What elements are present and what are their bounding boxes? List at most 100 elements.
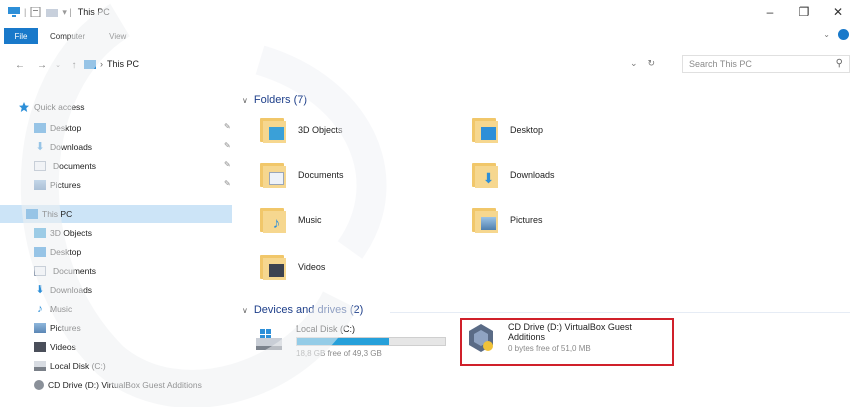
customize-toolbar-icon[interactable]: ▾ | bbox=[62, 7, 71, 18]
nav-label: This PC bbox=[42, 209, 73, 219]
folder-icon: ⬇ bbox=[472, 161, 498, 189]
drive-tile-local-disk[interactable]: Local Disk (C:) 18,8 GB free of 49,3 GB bbox=[254, 324, 446, 358]
folder-label: Music bbox=[298, 215, 322, 225]
folder-label: Desktop bbox=[510, 125, 544, 135]
folders-heading: Folders (7) bbox=[253, 94, 308, 106]
refresh-icon[interactable]: ↻ bbox=[648, 58, 656, 69]
nav-label: Documents bbox=[53, 161, 96, 171]
folder-icon bbox=[472, 206, 498, 234]
breadcrumb-chevron-icon[interactable]: › bbox=[100, 59, 103, 69]
documents-icon bbox=[34, 161, 46, 171]
folder-tile-pictures[interactable]: Pictures bbox=[472, 206, 543, 234]
folder-icon bbox=[260, 116, 286, 144]
address-dropdown-icon[interactable]: ⌄ bbox=[630, 58, 638, 69]
title-bar: | ▾ | This PC – ❐ ✕ bbox=[0, 0, 855, 24]
back-arrow-icon[interactable]: ← bbox=[12, 60, 28, 71]
quick-access-toolbar: | ▾ | bbox=[0, 7, 72, 18]
pin-icon[interactable]: ✎ bbox=[224, 122, 231, 131]
drive-name: Local Disk (C:) bbox=[296, 324, 356, 334]
nav-pc-music[interactable]: ♪ Music bbox=[0, 300, 236, 318]
folders-group-header[interactable]: ∨ Folders (7) bbox=[242, 94, 307, 106]
properties-icon[interactable] bbox=[30, 7, 42, 17]
this-pc-icon bbox=[84, 59, 96, 69]
nav-pc-3d-objects[interactable]: 3D Objects bbox=[0, 224, 236, 242]
nav-this-pc[interactable]: This PC bbox=[0, 205, 232, 223]
folder-tile-music[interactable]: ♪ Music bbox=[260, 206, 322, 234]
chevron-down-icon[interactable]: ∨ bbox=[242, 96, 248, 105]
nav-pc-pictures[interactable]: Pictures bbox=[0, 319, 236, 337]
address-bar[interactable]: › This PC bbox=[84, 55, 646, 73]
expand-ribbon-icon[interactable]: ⌄ bbox=[823, 30, 830, 39]
this-pc-icon bbox=[8, 7, 20, 17]
folder-label: Pictures bbox=[510, 215, 543, 225]
folder-tile-3d-objects[interactable]: 3D Objects bbox=[260, 116, 343, 144]
music-note-icon: ♪ bbox=[37, 303, 43, 315]
download-arrow-icon: ⬇ bbox=[35, 141, 45, 153]
folder-label: Downloads bbox=[510, 170, 555, 180]
nav-qa-downloads[interactable]: ⬇ Downloads ✎ bbox=[0, 138, 236, 156]
drives-heading: Devices and drives (2) bbox=[253, 304, 364, 316]
pin-icon[interactable]: ✎ bbox=[224, 141, 231, 150]
desktop-icon bbox=[34, 123, 46, 133]
close-button[interactable]: ✕ bbox=[821, 0, 855, 24]
minimize-button[interactable]: – bbox=[753, 0, 787, 24]
tab-computer[interactable]: Computer bbox=[38, 32, 97, 41]
nav-pc-videos[interactable]: Videos bbox=[0, 338, 236, 356]
drives-group-header[interactable]: ∨ Devices and drives (2) bbox=[242, 304, 363, 316]
nav-label: CD Drive (D:) VirtualBox Guest Additions bbox=[48, 380, 202, 390]
cd-drive-icon bbox=[34, 380, 44, 390]
3d-objects-icon bbox=[34, 228, 46, 238]
pin-icon[interactable]: ✎ bbox=[224, 179, 231, 188]
tab-view[interactable]: View bbox=[97, 32, 138, 41]
nav-pc-cd-drive[interactable]: CD Drive (D:) VirtualBox Guest Additions bbox=[0, 376, 236, 394]
folder-tile-documents[interactable]: Documents bbox=[260, 161, 344, 189]
window-title: This PC bbox=[77, 7, 110, 17]
folder-label: Documents bbox=[298, 170, 344, 180]
help-icon[interactable] bbox=[838, 29, 849, 40]
search-icon[interactable]: ⚲ bbox=[836, 58, 843, 69]
folder-icon: ♪ bbox=[260, 206, 286, 234]
this-pc-icon bbox=[26, 209, 38, 219]
nav-pc-documents[interactable]: Documents bbox=[0, 262, 236, 280]
address-actions: ⌄ ↻ bbox=[630, 58, 655, 69]
folder-label: Videos bbox=[298, 262, 326, 272]
nav-label: Downloads bbox=[50, 142, 93, 152]
new-folder-icon[interactable] bbox=[46, 7, 59, 17]
nav-qa-pictures[interactable]: Pictures ✎ bbox=[0, 176, 236, 194]
search-placeholder: Search This PC bbox=[689, 59, 752, 69]
address-row: ← → ⌄ ↑ › This PC ⌄ ↻ Search This PC ⚲ bbox=[0, 54, 855, 76]
nav-pc-local-disk[interactable]: Local Disk (C:) bbox=[0, 357, 236, 375]
tab-file[interactable]: File bbox=[4, 28, 38, 44]
search-box[interactable]: Search This PC ⚲ bbox=[682, 55, 850, 73]
folder-tile-desktop[interactable]: Desktop bbox=[472, 116, 543, 144]
folder-tile-downloads[interactable]: ⬇ Downloads bbox=[472, 161, 555, 189]
nav-label: Pictures bbox=[50, 323, 81, 333]
folder-icon bbox=[260, 161, 286, 189]
recent-locations-icon[interactable]: ⌄ bbox=[50, 61, 66, 69]
desktop-icon bbox=[34, 247, 46, 257]
forward-arrow-icon[interactable]: → bbox=[34, 60, 50, 71]
maximize-button[interactable]: ❐ bbox=[787, 0, 821, 24]
disk-drive-icon bbox=[34, 361, 46, 371]
nav-qa-documents[interactable]: Documents ✎ bbox=[0, 157, 236, 175]
documents-icon bbox=[34, 266, 46, 276]
videos-icon bbox=[34, 342, 46, 352]
nav-qa-desktop[interactable]: Desktop ✎ bbox=[0, 119, 236, 137]
highlight-box bbox=[460, 318, 674, 366]
nav-label: Desktop bbox=[50, 123, 82, 133]
drive-usage-fill bbox=[297, 338, 389, 345]
nav-quick-access[interactable]: Quick access bbox=[0, 98, 236, 116]
nav-label: Pictures bbox=[50, 180, 81, 190]
breadcrumb-this-pc[interactable]: This PC bbox=[107, 59, 139, 69]
download-arrow-icon: ⬇ bbox=[35, 284, 45, 296]
window-controls: – ❐ ✕ bbox=[753, 0, 855, 24]
group-divider bbox=[390, 312, 850, 313]
chevron-down-icon[interactable]: ∨ bbox=[242, 306, 248, 315]
nav-pc-desktop[interactable]: Desktop bbox=[0, 243, 236, 261]
drive-info: Local Disk (C:) 18,8 GB free of 49,3 GB bbox=[296, 324, 446, 358]
star-icon bbox=[19, 102, 29, 112]
pin-icon[interactable]: ✎ bbox=[224, 160, 231, 169]
folder-tile-videos[interactable]: Videos bbox=[260, 253, 325, 281]
nav-pc-downloads[interactable]: ⬇ Downloads bbox=[0, 281, 236, 299]
up-arrow-icon[interactable]: ↑ bbox=[66, 60, 82, 71]
